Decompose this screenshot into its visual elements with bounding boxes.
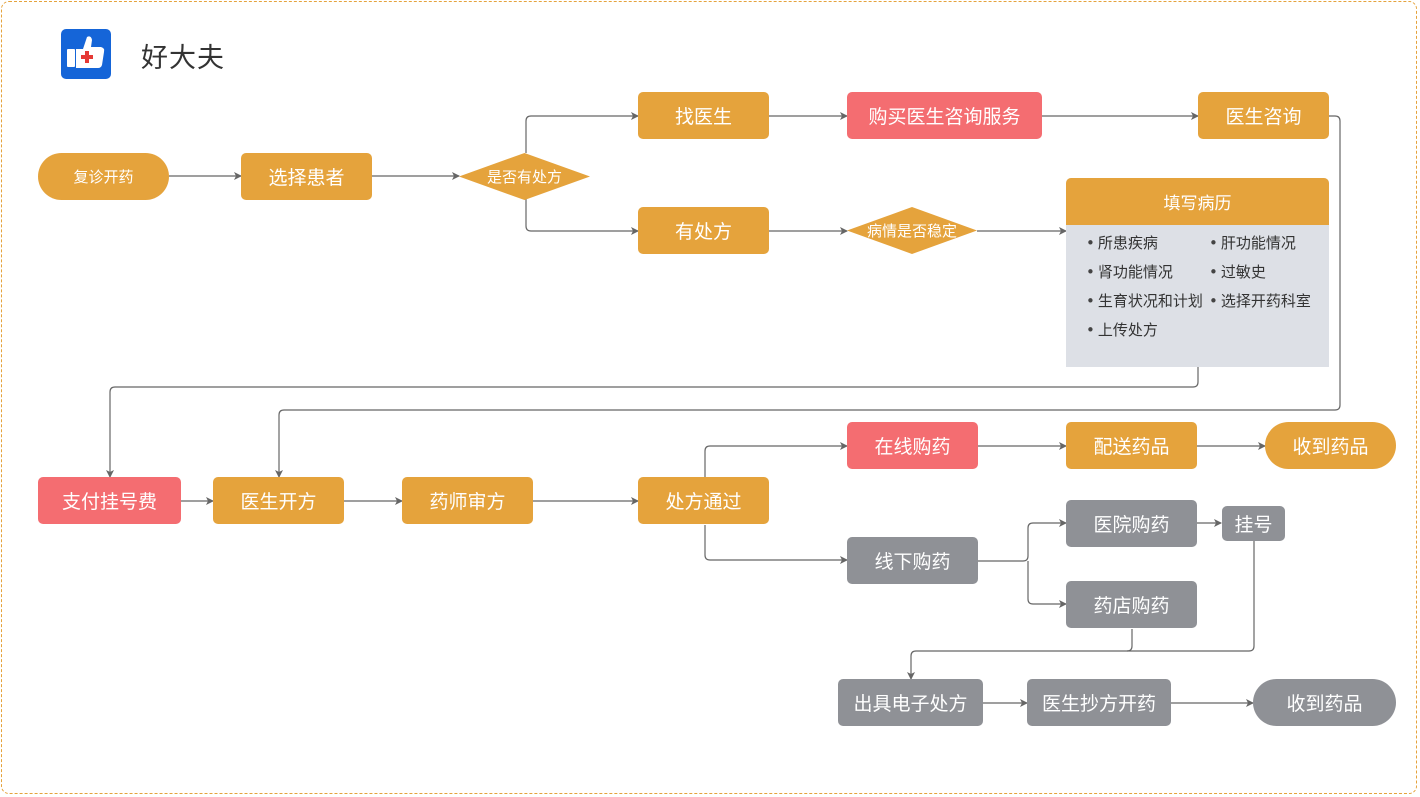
link-q-has <box>525 199 639 235</box>
node-doctor-copy: 医生抄方开药 <box>1027 679 1171 726</box>
decision-label: 是否有处方 <box>486 168 562 186</box>
link-card-pay <box>106 367 1199 478</box>
medical-record-title: 填写病历 <box>1066 178 1329 225</box>
node-receive-offline: 收到药品 <box>1253 679 1396 726</box>
node-hospital-buy: 医院购药 <box>1066 500 1197 547</box>
link-pass-online <box>704 442 848 477</box>
link-offline-hospital <box>978 519 1067 562</box>
node-receive-online: 收到药品 <box>1265 422 1396 469</box>
decision-has-prescription: 是否有处方 <box>459 153 590 200</box>
link-pass-offline <box>704 525 848 564</box>
list-item: 过敏史 <box>1209 262 1329 282</box>
node-register: 挂号 <box>1222 506 1285 541</box>
list-item: 肾功能情况 <box>1086 262 1209 282</box>
list-item: 所患疾病 <box>1086 233 1209 253</box>
medical-record-list: 所患疾病 肝功能情况 肾功能情况 过敏史 生育状况和计划 选择开药科室 上传处方 <box>1086 233 1329 340</box>
list-item: 肝功能情况 <box>1209 233 1329 253</box>
decision-label: 病情是否稳定 <box>866 222 957 240</box>
decision-stable: 病情是否稳定 <box>847 207 977 254</box>
node-deliver: 配送药品 <box>1066 422 1197 469</box>
node-buy-consult: 购买医生咨询服务 <box>847 92 1042 139</box>
node-offline-buy: 线下购药 <box>847 537 978 584</box>
node-prescription-pass: 处方通过 <box>638 477 769 524</box>
node-pharmacist-review: 药师审方 <box>402 477 533 524</box>
medical-record-card: 填写病历 所患疾病 肝功能情况 肾功能情况 过敏史 生育状况和计划 选择开药科室… <box>1066 178 1329 367</box>
node-select-patient: 选择患者 <box>241 153 372 200</box>
list-item: 生育状况和计划 <box>1086 291 1209 311</box>
node-find-doctor: 找医生 <box>638 92 769 139</box>
node-start: 复诊开药 <box>38 153 169 200</box>
link-q-find <box>525 112 639 153</box>
node-online-buy: 在线购药 <box>847 422 978 469</box>
node-pay-fee: 支付挂号费 <box>38 477 181 524</box>
node-doctor-consult: 医生咨询 <box>1198 92 1329 139</box>
link-pharmacy-eprescription <box>1126 629 1133 652</box>
link-offline-pharmacy <box>1027 561 1067 608</box>
node-pharmacy-buy: 药店购药 <box>1066 581 1197 628</box>
list-item: 上传处方 <box>1086 320 1209 340</box>
node-e-prescription: 出具电子处方 <box>838 679 983 726</box>
node-has-prescription: 有处方 <box>638 207 769 254</box>
node-doctor-prescribe: 医生开方 <box>213 477 344 524</box>
list-item: 选择开药科室 <box>1209 291 1329 311</box>
